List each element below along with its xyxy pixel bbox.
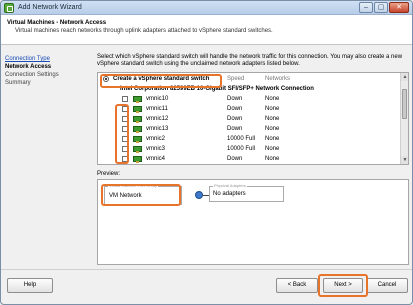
- adapter-row-vmnic3[interactable]: vmnic3 10000 Full None: [98, 144, 398, 154]
- networks-column-header: Networks: [265, 76, 291, 82]
- help-button[interactable]: Help: [7, 278, 53, 293]
- adapter-row-vmnic11[interactable]: vmnic11 Down None: [98, 104, 398, 114]
- page-description: Virtual machines reach networks through …: [15, 28, 273, 34]
- scroll-thumb[interactable]: [402, 89, 407, 119]
- adapter-networks: None: [265, 136, 280, 142]
- network-adapter-icon: [133, 106, 142, 113]
- cancel-button[interactable]: Cancel: [366, 278, 408, 293]
- speed-column-header: Speed: [227, 76, 245, 82]
- create-switch-highlight: [100, 74, 222, 88]
- adapter-name: vmnic4: [146, 156, 166, 162]
- page-title: Virtual Machines - Network Access: [7, 20, 107, 26]
- network-adapter-icon: [133, 126, 142, 133]
- checkbox-column-highlight: [115, 104, 129, 164]
- adapter-speed: Down: [227, 116, 243, 122]
- wizard-header: Virtual Machines - Network Access Virtua…: [1, 15, 412, 45]
- adapter-name: vmnic3: [146, 146, 166, 152]
- list-scrollbar[interactable]: ▲ ▼: [400, 73, 408, 164]
- step-summary: Summary: [5, 80, 31, 86]
- adapter-row-vmnic10[interactable]: vmnic10 Down None: [98, 94, 398, 104]
- window-title: Add Network Wizard: [18, 4, 82, 11]
- network-adapter-icon: [133, 136, 142, 143]
- title-bar: Add Network Wizard – ▢ ✕: [1, 1, 412, 15]
- adapter-name: vmnic2: [146, 136, 166, 142]
- wizard-steps: Connection Type Network Access Connectio…: [5, 55, 91, 87]
- physical-adapters-caption: Physical Adapters: [213, 183, 247, 188]
- no-adapters-label: No adapters: [213, 191, 246, 197]
- adapter-name: vmnic12: [146, 116, 169, 122]
- minimize-button[interactable]: –: [359, 2, 373, 13]
- adapter-speed: Down: [227, 156, 243, 162]
- close-button[interactable]: ✕: [389, 2, 409, 13]
- scroll-up-icon[interactable]: ▲: [401, 73, 408, 81]
- adapter-name: vmnic10: [146, 96, 169, 102]
- next-button-highlight: [318, 274, 368, 297]
- adapter-networks: None: [265, 96, 280, 102]
- adapter-networks: None: [265, 126, 280, 132]
- adapter-networks: None: [265, 156, 280, 162]
- intro-text: Select which vSphere standard switch wil…: [97, 54, 403, 67]
- adapter-checkbox[interactable]: [122, 96, 128, 102]
- adapter-row-vmnic2[interactable]: vmnic2 10000 Full None: [98, 134, 398, 144]
- physical-adapters-box: Physical Adapters No adapters: [209, 183, 284, 202]
- back-button[interactable]: < Back: [276, 278, 318, 293]
- preview-label: Preview:: [97, 171, 121, 177]
- adapter-speed: 10000 Full: [227, 146, 256, 152]
- scroll-down-icon[interactable]: ▼: [401, 156, 408, 164]
- network-adapter-icon: [133, 146, 142, 153]
- adapter-networks: None: [265, 116, 280, 122]
- intro-section: Select which vSphere standard switch wil…: [97, 54, 409, 68]
- adapter-row-vmnic4[interactable]: vmnic4 Down None: [98, 154, 398, 164]
- network-adapter-icon: [133, 116, 142, 123]
- adapter-name: vmnic13: [146, 126, 169, 132]
- step-connection-settings: Connection Settings: [5, 72, 59, 78]
- window-controls: – ▢ ✕: [358, 2, 409, 13]
- adapter-speed: Down: [227, 126, 243, 132]
- adapter-speed: Down: [227, 106, 243, 112]
- network-adapter-icon: [133, 96, 142, 103]
- adapter-networks: None: [265, 146, 280, 152]
- maximize-button[interactable]: ▢: [374, 2, 388, 13]
- adapter-name: vmnic11: [146, 106, 168, 112]
- network-globe-icon: [195, 191, 203, 199]
- adapter-networks: None: [265, 106, 280, 112]
- step-network-access: Network Access: [5, 64, 52, 70]
- network-adapter-icon: [133, 156, 142, 163]
- adapter-speed: 10000 Full: [227, 136, 256, 142]
- adapter-row-vmnic13[interactable]: vmnic13 Down None: [98, 124, 398, 134]
- footer-divider: [1, 269, 412, 270]
- vm-network-highlight: [101, 184, 181, 206]
- add-network-wizard-window: Add Network Wizard – ▢ ✕ Virtual Machine…: [0, 0, 413, 305]
- step-connection-type[interactable]: Connection Type: [5, 55, 91, 63]
- adapter-row-vmnic12[interactable]: vmnic12 Down None: [98, 114, 398, 124]
- adapter-speed: Down: [227, 96, 243, 102]
- app-icon: [4, 3, 14, 13]
